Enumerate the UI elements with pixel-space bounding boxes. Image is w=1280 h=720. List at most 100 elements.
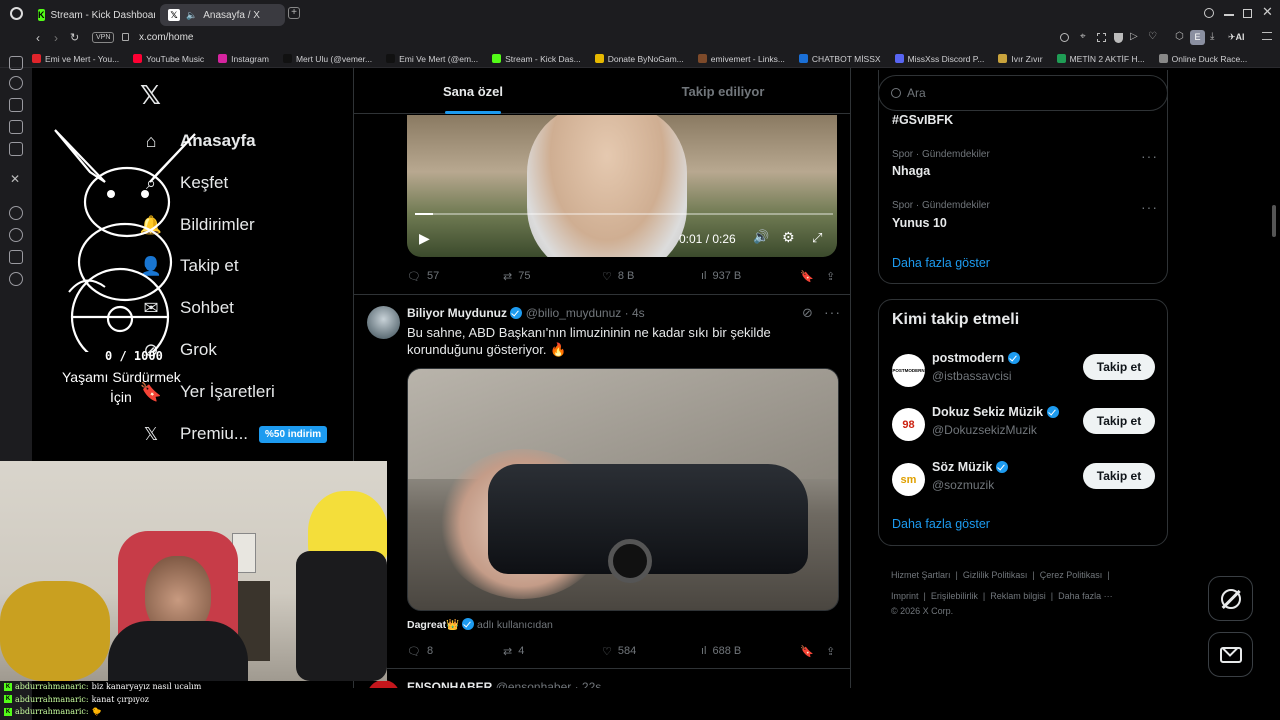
footer-imprint[interactable]: Imprint [891, 591, 919, 601]
like-button[interactable]: ♡ 8 B [602, 270, 634, 283]
back-icon[interactable]: ‹ [36, 31, 40, 45]
new-tab-button[interactable]: + [288, 7, 300, 19]
fullscreen-icon[interactable]: ⤢ [812, 230, 822, 246]
page-scrollbar[interactable] [1272, 205, 1276, 237]
m-icon[interactable] [9, 142, 23, 156]
tab-kick-dashboard[interactable]: K Stream - Kick Dashboard [30, 4, 155, 26]
grok-icon[interactable]: ⊘ [802, 305, 813, 321]
bookmark-item[interactable]: Mert Ulu (@vemer... [282, 54, 372, 64]
suggestion-avatar[interactable]: 98 [892, 408, 925, 441]
nav-item-8[interactable]: 𝕏 Premiu... [140, 417, 248, 451]
extensions-icon[interactable]: ⬡ [1175, 31, 1184, 42]
reply-button[interactable]: 🗨 8 [407, 645, 433, 658]
trend-more-icon[interactable]: ··· [1141, 199, 1158, 215]
bookmark-item[interactable]: emivemert - Links... [697, 54, 785, 64]
repost-button[interactable]: ⇄ 4 [503, 645, 524, 658]
follow-button[interactable]: Takip et [1083, 408, 1155, 434]
bookmark-item[interactable]: Donate ByNoGam... [594, 54, 684, 64]
messages-float-button[interactable] [1208, 632, 1253, 677]
restore-icon[interactable] [1243, 9, 1252, 18]
repost-button[interactable]: ⇄ 75 [503, 270, 530, 283]
tab-following[interactable]: Takip ediliyor [604, 68, 842, 114]
bookmark-item[interactable]: Emi ve Mert - You... [32, 54, 119, 64]
video-settings-icon[interactable]: ⚙ [782, 229, 795, 246]
play-icon[interactable]: ▷ [1130, 31, 1138, 42]
profile-avatar[interactable]: E [1190, 30, 1205, 45]
footer-cookies[interactable]: Çerez Politikası [1040, 570, 1103, 580]
media-credit-name[interactable]: Dagreat👑 [407, 619, 459, 631]
close-icon[interactable]: ✕ [1262, 4, 1273, 20]
suggestion-avatar[interactable]: POSTMODERN [892, 354, 925, 387]
pin-icon[interactable]: ⌖ [1080, 31, 1086, 42]
share-icon[interactable]: ⇪ [826, 270, 835, 283]
bookmark-item[interactable]: Stream - Kick Das... [492, 54, 581, 64]
show-more-trends[interactable]: Daha fazla göster [892, 256, 990, 270]
url-field[interactable]: x.com/home [139, 32, 193, 43]
search-tabs-icon[interactable] [1204, 8, 1214, 18]
x-sidebar-icon[interactable]: ✕ [10, 172, 20, 186]
bookmark-item[interactable]: Instagram [218, 54, 269, 64]
snapshot-icon[interactable] [1097, 33, 1106, 42]
suggestion-handle[interactable]: @sozmuzik [932, 478, 994, 492]
suggestion-avatar[interactable]: sm [892, 463, 925, 496]
post2-avatar[interactable] [367, 306, 400, 339]
suggestion-name-row[interactable]: Söz Müzik [932, 460, 1009, 474]
post2-handle[interactable]: @bilio_muydunuz [526, 306, 622, 320]
footer-more[interactable]: Daha fazla ··· [1058, 591, 1113, 601]
minimize-icon[interactable] [1224, 14, 1234, 16]
settings-icon[interactable] [9, 272, 23, 286]
trend-more-icon[interactable]: ··· [1141, 148, 1158, 164]
clock-icon[interactable] [9, 228, 23, 242]
wallet-icon[interactable] [9, 120, 23, 134]
download-icon[interactable]: ⤓ [1210, 31, 1214, 42]
grok-float-button[interactable] [1208, 576, 1253, 621]
bookmark-icon[interactable]: 🔖 [800, 645, 814, 658]
suggestion-handle[interactable]: @DokuzsekizMuzik [932, 423, 1037, 437]
footer-privacy[interactable]: Gizlilik Politikası [963, 570, 1028, 580]
like-button[interactable]: ♡ 584 [602, 645, 636, 658]
whatsapp-icon[interactable] [9, 206, 23, 220]
bookmark-item[interactable]: CHATBOT MİSSX [798, 54, 881, 64]
post2-time[interactable]: · 4s [625, 306, 645, 320]
views-button[interactable]: ıl 688 B [701, 645, 741, 657]
suggestion-name-row[interactable]: postmodern [932, 351, 1021, 365]
trend-name[interactable]: #GSvIBFK [892, 113, 953, 127]
rocket-icon[interactable] [9, 98, 23, 112]
menu-icon[interactable] [1262, 32, 1272, 40]
bookmark-item[interactable]: YouTube Music [133, 54, 204, 64]
reply-button[interactable]: 🗨 57 [407, 270, 439, 283]
footer-ads-info[interactable]: Reklam bilgisi [990, 591, 1046, 601]
premium-discount-badge[interactable]: %50 indirim [259, 426, 328, 443]
follow-button[interactable]: Takip et [1083, 463, 1155, 489]
show-more-follow[interactable]: Daha fazla göster [892, 517, 990, 531]
bookmark-item[interactable]: METİN 2 AKTİF H... [1056, 54, 1145, 64]
ai-button[interactable]: ✈AI [1228, 32, 1245, 43]
suggestion-handle[interactable]: @istbassavcisi [932, 369, 1012, 383]
tab-for-you[interactable]: Sana özel [354, 68, 592, 114]
vpn-badge[interactable]: VPN [92, 32, 115, 43]
views-button[interactable]: ıl 937 B [701, 270, 741, 282]
zoom-icon[interactable] [1060, 33, 1069, 42]
gamepad-icon[interactable] [9, 56, 23, 70]
follow-button[interactable]: Takip et [1083, 354, 1155, 380]
trend-name[interactable]: Nhaga [892, 164, 930, 178]
history-icon[interactable] [9, 76, 23, 90]
forward-icon[interactable]: › [54, 31, 58, 45]
tab-x-home[interactable]: 𝕏 🔈 Anasayfa / X [160, 4, 285, 26]
opera-logo-icon[interactable] [10, 7, 23, 20]
post2-author-name[interactable]: Biliyor Muydunuz [407, 306, 507, 320]
post3-handle[interactable]: @ensonhaber · 22s [496, 680, 602, 688]
bookmark-item[interactable]: Online Duck Race... [1158, 54, 1247, 64]
post1-video[interactable]: ▶ 0:01 / 0:26 🔊 ⚙ ⤢ [407, 115, 837, 257]
bookmark-item[interactable]: Emi Ve Mert (@em... [386, 54, 478, 64]
bookmark-item[interactable]: MissXss Discord P... [894, 54, 984, 64]
video-progress-track[interactable] [415, 213, 833, 215]
volume-icon[interactable]: 🔊 [753, 229, 769, 245]
x-logo-icon[interactable]: 𝕏 [140, 80, 161, 111]
puzzle-icon[interactable] [9, 250, 23, 264]
post2-more-icon[interactable]: ··· [824, 304, 841, 320]
post2-media[interactable] [407, 368, 839, 611]
play-icon[interactable]: ▶ [419, 230, 430, 247]
footer-terms[interactable]: Hizmet Şartları [891, 570, 951, 580]
footer-accessibility[interactable]: Erişilebilirlik [931, 591, 978, 601]
